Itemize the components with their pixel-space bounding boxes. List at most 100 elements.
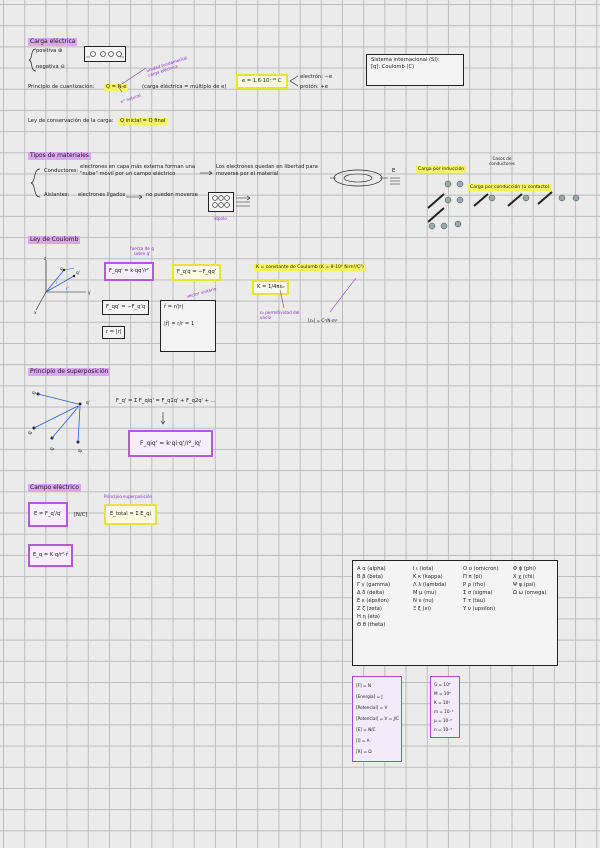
- greek-letter: [513, 621, 553, 629]
- charge-pair-diagram: [84, 46, 126, 62]
- greek-alphabet-table: Α α (alpha) Ι ι (iota) Ο ο (omicron) Φ ϕ (p…: [352, 560, 558, 666]
- campo-formula: E = F_q'/q': [28, 502, 68, 527]
- greek-letter: Δ δ (delta): [357, 590, 385, 596]
- campo-unit: [N/C]: [74, 512, 88, 518]
- greek-letter: Π π (pi): [463, 574, 483, 580]
- campo-super-formula: E_total = Σ E_qi: [104, 504, 157, 525]
- notes-page: { "headings": { "carga": "Carga eléctric…: [0, 0, 600, 848]
- charge-q1: q₁: [32, 390, 37, 395]
- charge-q2: q₂: [28, 430, 33, 435]
- unit-item: [E] = N/C: [356, 727, 376, 732]
- conservacion-label: Ley de conservación de la carga:: [28, 118, 114, 124]
- unit-item: [Potencial] = V = J/C: [356, 716, 400, 721]
- prefix-item: G = 10⁹: [434, 682, 451, 687]
- aislantes-label: Aislantes:: [44, 192, 70, 198]
- greek-letter: Φ ϕ (phi): [513, 566, 536, 572]
- greek-letter: Ω ω (omega): [513, 590, 547, 596]
- dipole-diagram: [208, 192, 234, 212]
- coulomb-relation: F_q'q = −F_qq': [172, 264, 222, 281]
- greek-letter: Ν ν (nu): [413, 598, 434, 604]
- electron-label: electrón: −e: [300, 74, 333, 80]
- superposition-boxed: F_qiq' = k·qi·q'/r²_iq': [128, 430, 214, 457]
- negativa-label: negativa ⊖: [36, 64, 65, 70]
- greek-row: Θ θ (theta): [357, 621, 553, 629]
- si-line2: [q]: Coulomb (C): [371, 64, 415, 70]
- greek-row: Ζ ζ (zeta) Ξ ξ (xi) Υ υ (upsilon): [357, 605, 553, 613]
- k-formula: K = 1/4πε₀: [252, 280, 290, 295]
- conductor-cases-diagram: [427, 180, 580, 230]
- greek-letter: Α α (alpha): [357, 566, 386, 572]
- unit-item: [R] = Ω: [356, 749, 372, 754]
- greek-rows: Α α (alpha) Ι ι (iota) Ο ο (omicron) Φ ϕ (p…: [357, 565, 553, 629]
- field-E-label: E: [392, 168, 396, 174]
- prefix-item: μ = 10⁻⁶: [434, 718, 453, 723]
- axis-z: z: [44, 256, 47, 261]
- annotation-arrows: [117, 67, 147, 93]
- si-box: Sistema internacional (SI): [q]: Coulomb…: [366, 54, 464, 86]
- prefix-item: K = 10³: [434, 700, 450, 705]
- greek-letter: Λ λ (lambda): [413, 582, 447, 588]
- greek-letter: Κ κ (kappa): [413, 574, 443, 580]
- greek-letter: Ζ ζ (zeta): [357, 606, 382, 612]
- unit-item: [I] = A: [356, 738, 370, 743]
- unit-item: [F] = N: [356, 683, 371, 688]
- aislantes-text: electrones ligados: [78, 192, 126, 198]
- greek-letter: [463, 613, 513, 621]
- greek-letter: [513, 613, 553, 621]
- si-line1: Sistema internacional (SI):: [371, 57, 440, 63]
- charge-qp: q': [86, 400, 90, 405]
- greek-letter: [413, 621, 463, 629]
- eps-units: [ε₀] = C²/N·m²: [308, 318, 338, 323]
- greek-row: Ε ε (épsilon) Ν ν (nu) Τ τ (tau): [357, 597, 553, 605]
- proton-label: protón: +e: [300, 84, 328, 90]
- greek-letter: Η η (eta): [357, 614, 380, 620]
- dipolo-label: dipolo: [214, 216, 227, 221]
- arrow-icon: [126, 194, 143, 200]
- prefix-item: n = 10⁻⁹: [434, 727, 453, 732]
- axis-y: y: [88, 290, 91, 295]
- arrow-icon: [200, 170, 213, 176]
- modulo-r: r = |r|: [102, 326, 126, 339]
- greek-letter: [513, 597, 553, 605]
- heading-campo: Campo eléctrico: [28, 484, 81, 492]
- greek-row: Δ δ (delta) Μ μ (mu) Σ σ (sigma) Ω ω (omega…: [357, 589, 553, 597]
- campo-point-formula: E_q = K·q/r²·r̂: [28, 544, 73, 567]
- conductores-text: electrones en capa más externa forman un…: [80, 164, 196, 177]
- unit-vector-box: r̂ = r/|r| |r̂| = r/r = 1: [160, 300, 216, 352]
- unit-vector-formula: r̂ = r/|r|: [164, 304, 184, 310]
- greek-row: Α α (alpha) Ι ι (iota) Ο ο (omicron) Φ ϕ (p…: [357, 565, 553, 573]
- greek-letter: Θ θ (theta): [357, 622, 386, 628]
- greek-row: Β β (beta) Κ κ (kappa) Π π (pi) Χ χ (chi): [357, 573, 553, 581]
- electron-cloud-diagram: [330, 169, 388, 187]
- greek-row: Η η (eta): [357, 613, 553, 621]
- charge-qp: q': [76, 270, 80, 275]
- greek-letter: Χ χ (chi): [513, 574, 535, 580]
- positiva-label: positiva ⊕: [36, 48, 63, 54]
- greek-letter: Ι ι (iota): [413, 566, 434, 572]
- campo-super-label: Principio superposición: [104, 494, 153, 499]
- superposition-diagram: [32, 392, 82, 444]
- casos-label: Casos de conductores: [489, 156, 515, 166]
- field-lines-icon: [236, 195, 251, 207]
- brace-icon: [28, 48, 37, 72]
- aislantes-result: no pueden moverse: [146, 192, 198, 198]
- greek-letter: Γ γ (gamma): [357, 582, 391, 588]
- arrow-down-icon: [160, 412, 166, 425]
- prefix-item: M = 10⁶: [434, 691, 451, 696]
- fuerza-note: fuerza de q sobre q': [130, 246, 154, 256]
- greek-letter: [413, 613, 463, 621]
- brace-icon: [30, 168, 41, 198]
- coulomb-symmetry: F_qq' = −F_q'q: [102, 300, 150, 315]
- prefix-item: m = 10⁻³: [434, 709, 454, 714]
- conductores-result: Los electrones quedan en libertad para m…: [216, 164, 318, 177]
- greek-letter: Σ σ (sigma): [463, 590, 493, 596]
- coulomb-axes-diagram: [35, 260, 86, 311]
- charge-q4: q₄: [78, 448, 83, 453]
- unit-item: [Energía] = J: [356, 694, 383, 699]
- greek-letter: Ε ε (épsilon): [357, 598, 389, 604]
- greek-letter: Β β (beta): [357, 574, 383, 580]
- conductores-label: Conductores:: [44, 168, 79, 174]
- greek-letter: Ρ ρ (rho): [463, 582, 486, 588]
- greek-letter: [463, 621, 513, 629]
- annotation-arrows: [279, 277, 357, 313]
